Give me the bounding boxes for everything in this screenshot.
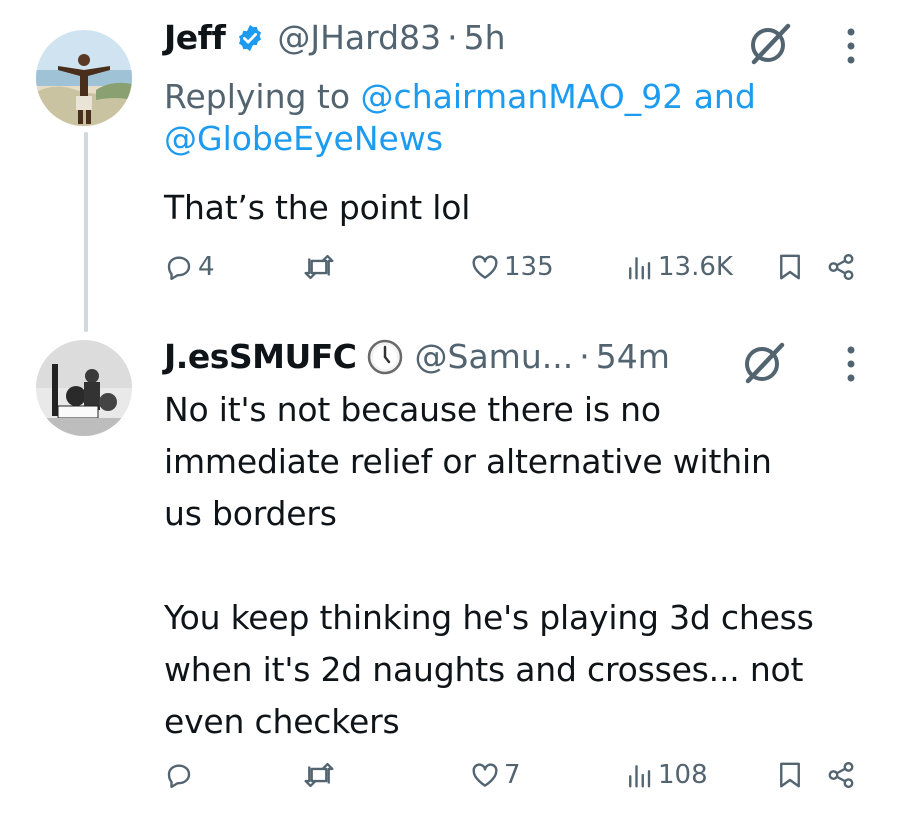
share-icon — [828, 253, 854, 281]
separator-dot: · — [447, 18, 458, 57]
bookmark-button[interactable] — [776, 252, 804, 282]
action-bar: 4 135 13.6K — [164, 252, 864, 292]
tweet-header: Jeff @JHard83 · 5h — [164, 18, 506, 57]
views-button[interactable]: 13.6K — [624, 252, 733, 282]
grok-icon[interactable] — [742, 341, 786, 389]
mention-link[interactable]: @chairmanMAO_92 — [361, 77, 684, 116]
tweet-header: J.esSMUFC @Samu... · 54m — [164, 337, 670, 376]
display-name[interactable]: Jeff — [164, 18, 226, 57]
avatar[interactable] — [36, 340, 132, 436]
like-button[interactable]: 135 — [470, 252, 554, 282]
tweet-text: That’s the point lol — [164, 188, 471, 227]
repost-icon — [304, 254, 334, 280]
views-icon — [629, 257, 651, 280]
heart-icon — [472, 763, 498, 787]
more-options-icon[interactable] — [844, 344, 858, 388]
replying-to-label: Replying to — [164, 77, 351, 116]
bookmark-icon — [780, 254, 800, 280]
repost-button[interactable] — [302, 252, 336, 282]
views-count: 13.6K — [658, 252, 733, 282]
like-button[interactable]: 7 — [470, 760, 521, 790]
bookmark-button[interactable] — [776, 760, 804, 790]
share-icon — [828, 761, 854, 789]
reply-button[interactable]: 4 — [164, 252, 215, 282]
timestamp[interactable]: 54m — [596, 337, 670, 376]
avatar[interactable] — [36, 30, 132, 126]
bookmark-icon — [780, 762, 800, 788]
reply-count: 4 — [198, 252, 215, 282]
share-button[interactable] — [826, 760, 856, 790]
mention-link[interactable]: @GlobeEyeNews — [164, 119, 443, 158]
clock-icon — [367, 339, 403, 375]
more-options-icon[interactable] — [844, 26, 858, 70]
views-count: 108 — [658, 760, 708, 790]
repost-button[interactable] — [302, 760, 336, 790]
repost-icon — [304, 762, 334, 788]
like-count: 7 — [504, 760, 521, 790]
thread-line — [84, 132, 88, 332]
like-count: 135 — [504, 252, 554, 282]
user-handle[interactable]: @Samu... — [415, 337, 574, 376]
user-handle[interactable]: @JHard83 — [277, 18, 441, 57]
action-bar: 7 108 — [164, 760, 864, 800]
tweet-text: No it's not because there is no immediat… — [164, 390, 814, 741]
heart-icon — [472, 255, 498, 279]
mention-joiner: and — [693, 77, 756, 116]
replying-to: Replying to @chairmanMAO_92 and @GlobeEy… — [164, 76, 844, 160]
display-name[interactable]: J.esSMUFC — [164, 337, 357, 376]
reply-button[interactable] — [164, 760, 198, 790]
share-button[interactable] — [826, 252, 856, 282]
verified-badge-icon — [235, 23, 265, 53]
views-icon — [629, 765, 651, 788]
reply-icon — [167, 764, 191, 789]
timestamp[interactable]: 5h — [464, 18, 506, 57]
reply-icon — [167, 256, 191, 281]
grok-icon[interactable] — [748, 22, 792, 70]
views-button[interactable]: 108 — [624, 760, 708, 790]
separator-dot: · — [579, 337, 590, 376]
